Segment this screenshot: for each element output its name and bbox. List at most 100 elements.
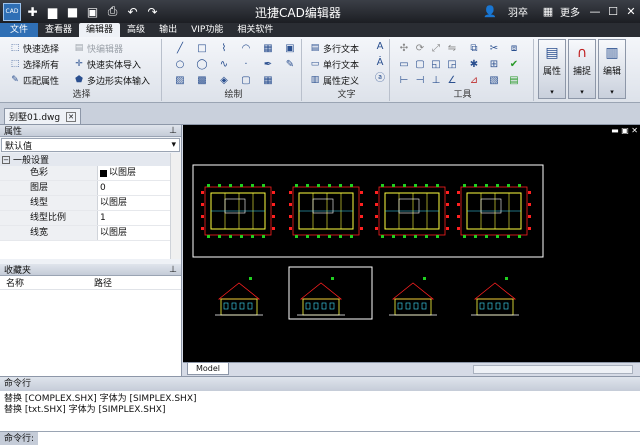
polygon-input-button[interactable]: ⬟ 多边形实体输入	[74, 73, 150, 87]
rectangle-icon[interactable]: □	[196, 43, 208, 55]
column-name[interactable]: 名称	[0, 276, 88, 289]
property-row[interactable]: 线宽 以图层	[0, 226, 181, 241]
tab-editor[interactable]: 编辑器	[79, 23, 121, 37]
stretch-icon[interactable]: ▢	[414, 59, 426, 71]
quick-select-button[interactable]: ⬚ 快速选择	[10, 41, 59, 55]
dim-linear-icon[interactable]: ⊣	[414, 75, 426, 87]
user-avatar-icon[interactable]: 👤	[482, 4, 498, 20]
explode-icon[interactable]: ✱	[468, 59, 480, 71]
properties-dropdown[interactable]: 默认值 ▾	[1, 138, 180, 152]
region-icon[interactable]: ◈	[218, 75, 230, 87]
gradient-icon[interactable]: ▩	[196, 75, 208, 87]
wipeout-icon[interactable]: ▢	[240, 75, 252, 87]
horizontal-scrollbar[interactable]	[473, 365, 633, 374]
line-icon[interactable]: ╱	[174, 43, 186, 55]
elevation-marker	[331, 277, 334, 280]
area-icon[interactable]: ▧	[488, 75, 500, 87]
new-file-icon[interactable]: ✚	[24, 3, 41, 20]
select-all-button[interactable]: ⬚ 选择所有	[10, 57, 59, 71]
table-icon[interactable]: ▦	[262, 75, 274, 87]
pencil-icon[interactable]: ✎	[284, 59, 296, 71]
point-icon[interactable]: ·	[240, 59, 252, 71]
property-row[interactable]: 线型 以图层	[0, 196, 181, 211]
property-row[interactable]: 色彩 以图层	[0, 166, 181, 181]
text-find-icon[interactable]: ⓐ	[374, 73, 386, 85]
properties-scrollbar[interactable]	[170, 153, 181, 259]
properties-section-general[interactable]: − 一般设置	[0, 153, 181, 166]
quick-import-button[interactable]: ✛ 快速实体导入	[74, 57, 141, 71]
app-logo[interactable]: CAD	[3, 2, 21, 21]
mtext-button[interactable]: ▤ 多行文本	[310, 41, 359, 55]
minimize-button[interactable]: —	[586, 5, 604, 18]
tab-vip[interactable]: VIP功能	[184, 23, 230, 37]
attdef-button[interactable]: ▥ 属性定义	[310, 73, 359, 87]
text-edit-icon[interactable]: Ȧ	[374, 57, 386, 69]
dim-angle-icon[interactable]: ∠	[446, 75, 458, 87]
stext-button[interactable]: ▭ 单行文本	[310, 57, 359, 71]
spline-icon[interactable]: ∿	[218, 59, 230, 71]
join-icon[interactable]: ⊞	[488, 59, 500, 71]
tab-output[interactable]: 输出	[152, 23, 184, 37]
image-icon[interactable]: ▣	[284, 43, 296, 55]
username[interactable]: 羽卒	[508, 4, 528, 19]
copy-icon[interactable]: ⧉	[468, 43, 480, 55]
drawing-canvas[interactable]: ▬ ▣ ✕	[183, 125, 640, 362]
document-tab[interactable]: 别墅01.dwg ✕	[4, 108, 82, 124]
dim-aligned-icon[interactable]: ⊥	[430, 75, 442, 87]
offset-icon[interactable]: ▭	[398, 59, 410, 71]
mirror-icon[interactable]: ⇋	[446, 43, 458, 55]
canvas-window-controls[interactable]: ▬ ▣ ✕	[611, 126, 638, 135]
dimension-marker	[414, 235, 417, 238]
maximize-button[interactable]: ☐	[604, 5, 622, 18]
property-row[interactable]: 线型比例 1	[0, 211, 181, 226]
open-folder-icon[interactable]: ▆	[44, 3, 61, 20]
scale-icon[interactable]: ⤢	[430, 43, 442, 55]
save-as-icon[interactable]: ▣	[84, 3, 101, 20]
cad-drawing[interactable]	[183, 125, 640, 362]
more-button[interactable]: 更多	[560, 4, 580, 19]
elevation-window	[329, 302, 335, 310]
dimension-icon[interactable]: ⊢	[398, 75, 410, 87]
text-style-icon[interactable]: A	[374, 41, 386, 53]
rotate-icon[interactable]: ⟳	[414, 43, 426, 55]
tab-advanced[interactable]: 高级	[120, 23, 152, 37]
command-input[interactable]	[38, 432, 640, 445]
snap-big-button[interactable]: ∩ 捕捉 ▾	[568, 39, 596, 99]
tab-file[interactable]: 文件	[0, 23, 39, 37]
dimension-marker	[392, 184, 395, 187]
pin-icon[interactable]: ⊥	[169, 126, 177, 136]
chamfer-icon[interactable]: ◲	[446, 59, 458, 71]
trim-icon[interactable]: ✂	[488, 43, 500, 55]
measure-icon[interactable]: ⊿	[468, 75, 480, 87]
tab-related-software[interactable]: 相关软件	[230, 23, 280, 37]
close-tab-icon[interactable]: ✕	[66, 111, 77, 122]
block-editor-button[interactable]: ▤ 快编辑器	[74, 41, 123, 55]
tab-viewer[interactable]: 查看器	[38, 23, 79, 37]
close-button[interactable]: ✕	[622, 5, 640, 18]
hatch-icon[interactable]: ▨	[174, 75, 186, 87]
save-icon[interactable]: ■	[64, 3, 81, 20]
undo-icon[interactable]: ↶	[124, 3, 141, 20]
arc-icon[interactable]: ◠	[240, 43, 252, 55]
circle-icon[interactable]: ○	[174, 59, 186, 71]
move-icon[interactable]: ✣	[398, 43, 410, 55]
column-path[interactable]: 路径	[88, 276, 112, 289]
match-properties-button[interactable]: ✎ 匹配属性	[10, 73, 59, 87]
insert-block-icon[interactable]: ▦	[262, 43, 274, 55]
array-icon[interactable]: ⧈	[508, 43, 520, 55]
print-icon[interactable]: ⎙	[104, 3, 121, 20]
edit-big-button[interactable]: ▥ 编辑 ▾	[598, 39, 626, 99]
grid-menu-icon[interactable]: ▦	[540, 4, 556, 20]
fillet-icon[interactable]: ◱	[430, 59, 442, 71]
pen-icon[interactable]: ✒	[262, 59, 274, 71]
polyline-icon[interactable]: ⌇	[218, 43, 230, 55]
collapse-icon[interactable]: −	[2, 155, 10, 164]
check-icon[interactable]: ✔	[508, 59, 520, 71]
ellipse-icon[interactable]: ◯	[196, 59, 208, 71]
pin-icon[interactable]: ⊥	[169, 265, 177, 275]
model-tab[interactable]: Model	[187, 363, 230, 375]
properties-big-button[interactable]: ▤ 属性 ▾	[538, 39, 566, 99]
layer-icon[interactable]: ▤	[508, 75, 520, 87]
redo-icon[interactable]: ↷	[144, 3, 161, 20]
property-row[interactable]: 图层 0	[0, 181, 181, 196]
